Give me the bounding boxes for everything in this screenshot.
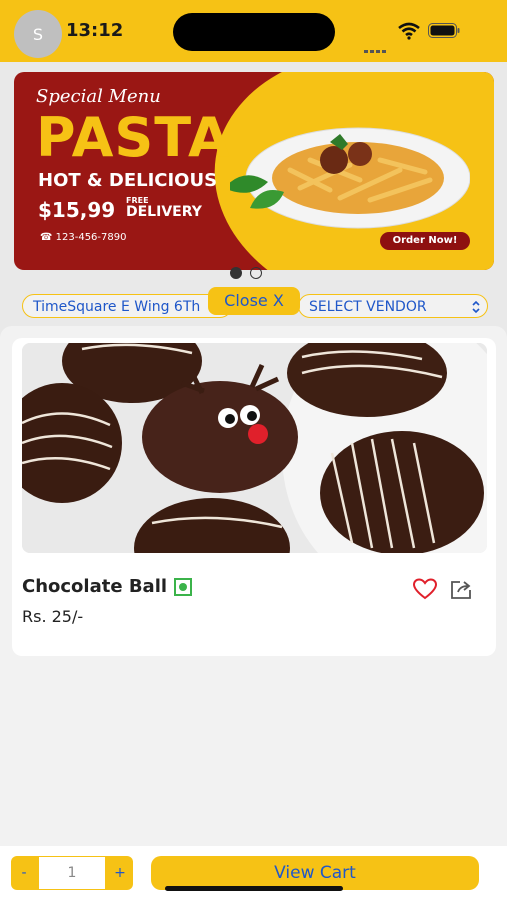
heart-icon[interactable] — [413, 578, 437, 600]
pasta-plate-image — [230, 127, 470, 229]
cellular-signal-icon — [364, 34, 392, 53]
vendor-selector[interactable]: SELECT VENDOR — [298, 294, 488, 318]
status-bar: S 13:12 — [0, 0, 507, 62]
location-selector-label: TimeSquare E Wing 6Th — [33, 299, 201, 315]
banner-phone: ☎ 123-456-7890 — [40, 232, 127, 243]
location-selector[interactable]: TimeSquare E Wing 6Th — [22, 294, 232, 318]
view-cart-button[interactable]: View Cart — [151, 856, 479, 890]
banner-price: $15,99 — [38, 198, 116, 222]
updown-chevron-icon — [472, 300, 480, 314]
veg-indicator-icon — [174, 578, 192, 596]
carousel-dot-active[interactable] — [230, 267, 242, 279]
increment-button[interactable]: + — [107, 856, 133, 890]
product-name: Chocolate Ball — [22, 576, 168, 597]
dynamic-island — [173, 13, 335, 51]
share-icon[interactable] — [450, 578, 474, 600]
banner-delivery: DELIVERY — [126, 204, 202, 220]
decrement-button[interactable]: - — [11, 856, 37, 890]
order-now-button[interactable]: Order Now! — [380, 232, 470, 250]
banner-special-text: Special Menu — [36, 86, 161, 107]
banner-title: PASTA — [36, 106, 231, 169]
vendor-selector-label: SELECT VENDOR — [309, 299, 427, 315]
banner-tagline: HOT & DELICIOUS — [38, 170, 218, 191]
quantity-stepper: - + — [11, 856, 133, 890]
battery-icon — [428, 23, 460, 38]
home-indicator — [165, 886, 343, 891]
product-price: Rs. 25/- — [22, 607, 84, 626]
wifi-icon — [398, 22, 420, 40]
avatar-letter: S — [32, 24, 44, 44]
close-button[interactable]: Close X — [208, 287, 300, 315]
carousel-dots — [230, 264, 274, 279]
quantity-input[interactable] — [39, 857, 105, 889]
promo-banner[interactable]: Special Menu PASTA HOT & DELICIOUS $15,9… — [14, 72, 494, 270]
banner-phone-number: 123-456-7890 — [55, 232, 127, 243]
carousel-dot[interactable] — [250, 267, 262, 279]
status-time: 13:12 — [66, 20, 124, 41]
product-image — [22, 343, 487, 553]
avatar[interactable]: S — [14, 10, 62, 58]
